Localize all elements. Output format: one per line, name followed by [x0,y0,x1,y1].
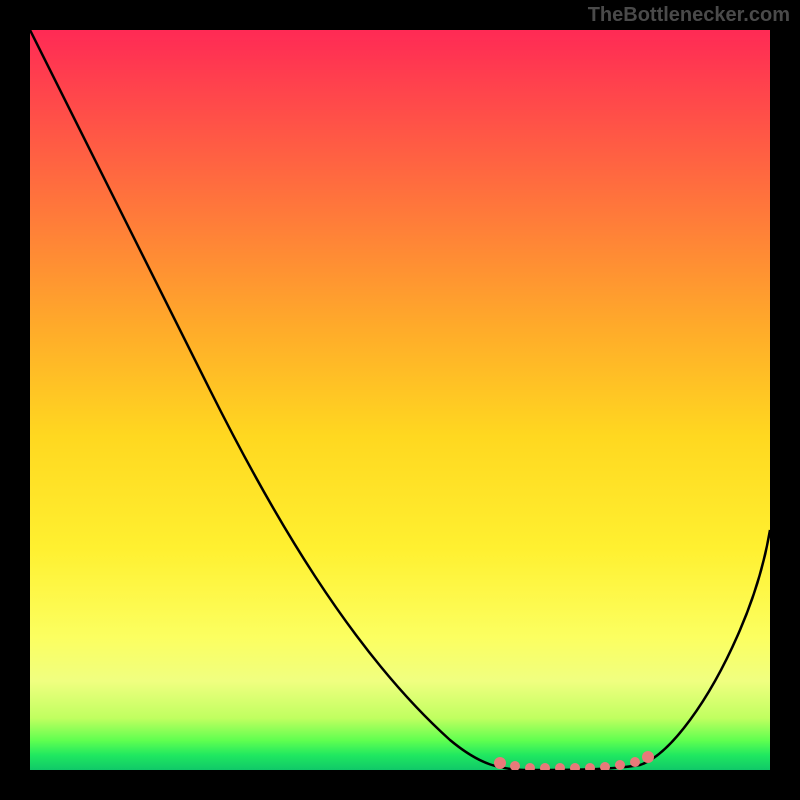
plot-gradient-area [30,30,770,770]
chart-container: TheBottlenecker.com [0,0,800,800]
watermark-text: TheBottlenecker.com [588,4,790,27]
